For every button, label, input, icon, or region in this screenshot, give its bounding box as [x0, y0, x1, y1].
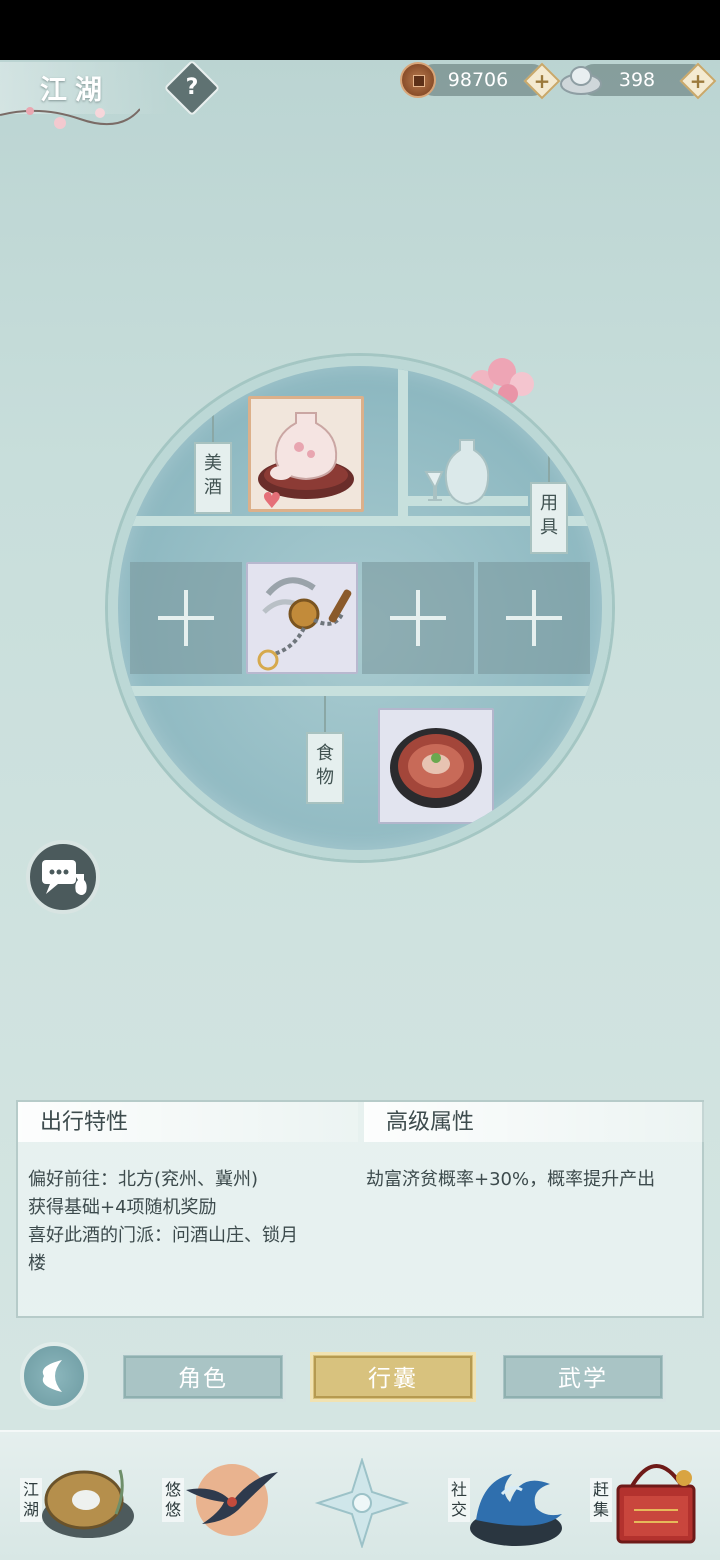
tab-martial-arts[interactable]: 武学 [500, 1352, 666, 1402]
advanced-attributes-title: 高级属性 [364, 1102, 704, 1142]
back-arrow-icon [42, 1360, 62, 1392]
swallow-icon [186, 1464, 278, 1536]
nav-market-label: 赶集 [590, 1478, 612, 1522]
jianghu-icon [42, 1469, 134, 1538]
silver-amount: 398 [618, 69, 656, 91]
tag-tools: 用具 [530, 482, 568, 554]
help-icon[interactable]: ? [172, 68, 212, 108]
meteor-hammer-item-card[interactable] [246, 562, 358, 674]
empty-tool-slot[interactable] [362, 562, 474, 674]
copper-coin-icon [400, 62, 436, 98]
add-icon [416, 590, 420, 646]
nav-jianghu[interactable]: 江湖 [10, 1440, 140, 1555]
back-button[interactable] [20, 1342, 88, 1410]
nav-youyou-label: 悠悠 [162, 1478, 184, 1522]
travel-trait-line: 偏好前往：北方(兖州、冀州) [28, 1169, 259, 1190]
tag-string [324, 696, 326, 736]
nav-center[interactable] [300, 1440, 430, 1555]
tag-wine: 美酒 [194, 442, 232, 514]
silver-ingot-icon [560, 66, 602, 95]
tag-string [212, 406, 214, 446]
empty-tool-slot[interactable] [478, 562, 590, 674]
shelf-divider [118, 686, 602, 696]
chat-bubble-icon [42, 860, 87, 895]
food-item-card[interactable] [378, 708, 494, 824]
nav-social[interactable]: 社交 [438, 1440, 568, 1555]
empty-tool-slot[interactable] [130, 562, 242, 674]
tab-bag[interactable]: 行囊 [310, 1352, 476, 1402]
market-basket-icon [616, 1464, 696, 1544]
star-compass-icon [314, 1458, 410, 1548]
nav-social-label: 社交 [448, 1478, 470, 1522]
advanced-attribute-line: 劫富济贫概率+30%，概率提升产出 [366, 1169, 656, 1190]
travel-traits-title: 出行特性 [18, 1102, 358, 1142]
page-title: 江湖 [40, 75, 110, 106]
add-icon [184, 590, 188, 646]
copper-amount: 98706 [447, 69, 509, 91]
tag-food: 食物 [306, 732, 344, 804]
tab-character[interactable]: 角色 [120, 1352, 286, 1402]
travel-trait-line: 喜好此酒的门派：问酒山庄、锁月 [28, 1225, 298, 1246]
info-panel: 出行特性 高级属性 偏好前往：北方(兖州、冀州) 获得基础+4项随机奖励 喜好此… [16, 1100, 704, 1318]
nav-market[interactable]: 赶集 [580, 1440, 710, 1555]
wave-icon [470, 1474, 562, 1546]
bag-round-window: 美酒 ♥ 用具 食物 [108, 356, 612, 860]
travel-trait-line: 获得基础+4项随机奖励 [28, 1197, 217, 1218]
meteor-hammer-icon [257, 577, 352, 671]
plus-icon[interactable]: + [685, 68, 711, 94]
travel-trait-line: 楼 [28, 1253, 46, 1274]
vase-decoration-icon [424, 439, 490, 506]
plus-icon[interactable]: + [529, 68, 555, 94]
status-bar [0, 0, 720, 60]
nav-youyou[interactable]: 悠悠 [152, 1440, 282, 1555]
sliced-meat-dish-icon [390, 728, 482, 808]
chat-button[interactable] [26, 840, 100, 914]
nav-jianghu-label: 江湖 [20, 1478, 42, 1522]
shelf-divider [398, 366, 408, 516]
favorite-heart-icon: ♥ [262, 489, 282, 514]
add-icon [532, 590, 536, 646]
